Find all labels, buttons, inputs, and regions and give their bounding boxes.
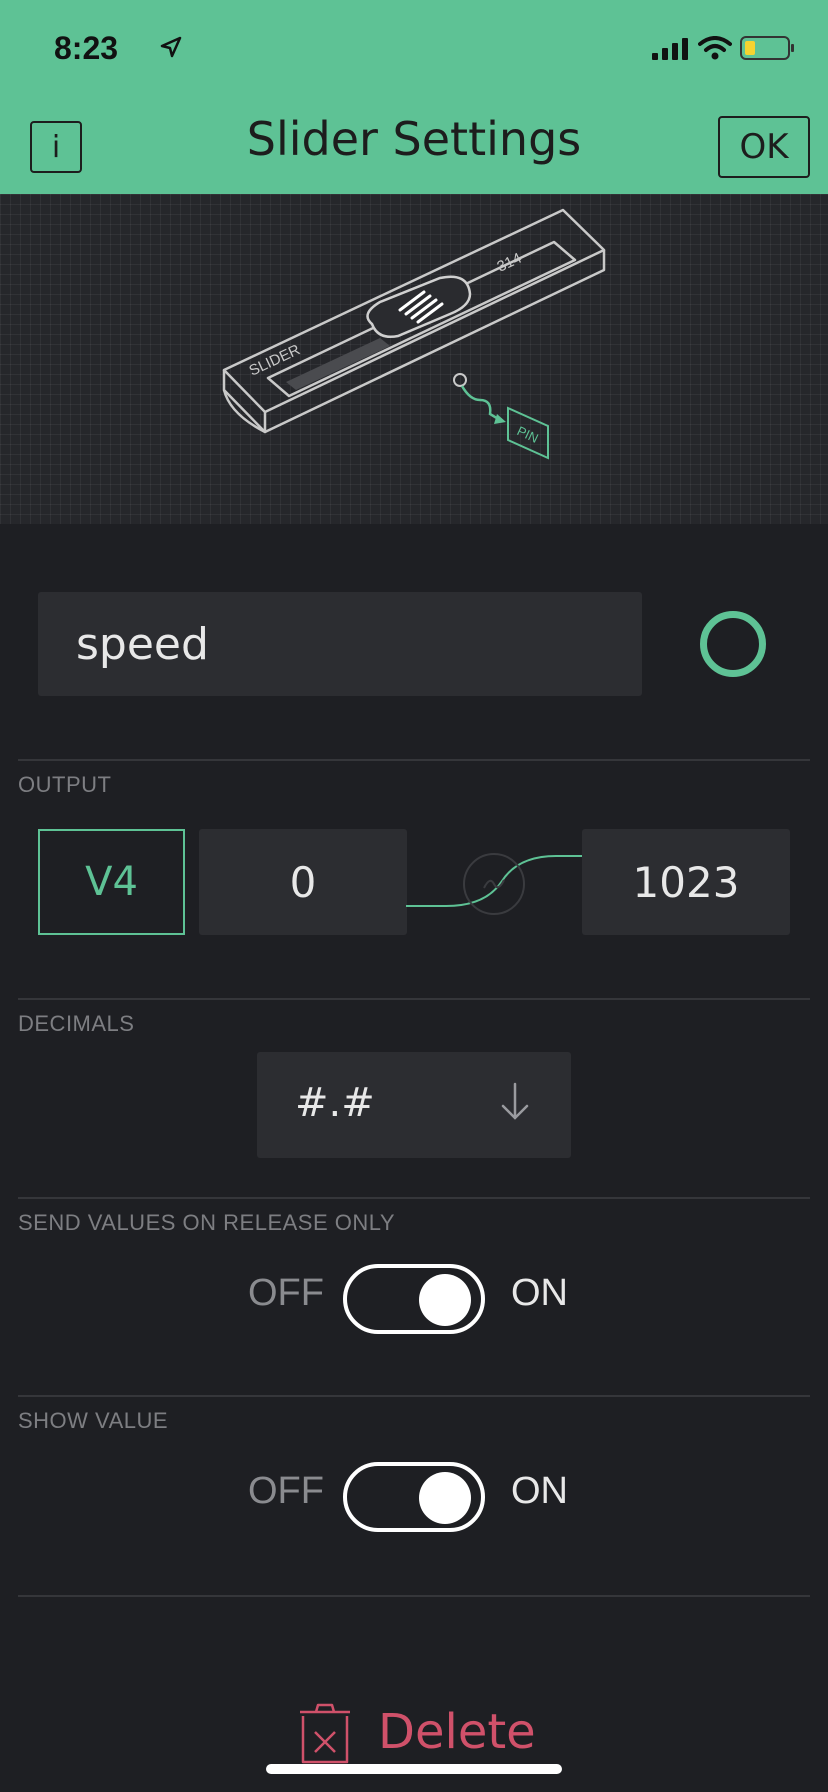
- decimals-value: #.#: [295, 1080, 375, 1126]
- color-picker-button[interactable]: [700, 611, 766, 677]
- pin-selector[interactable]: V4: [38, 829, 185, 935]
- toggle-on-label: ON: [511, 1272, 568, 1314]
- pin-text-label: PIN: [515, 423, 541, 446]
- signal-icon: [652, 38, 688, 60]
- widget-name-input[interactable]: speed: [38, 592, 642, 696]
- trash-icon: [300, 1703, 350, 1764]
- divider: [18, 759, 810, 761]
- send-on-release-label: SEND VALUES ON RELEASE ONLY: [18, 1210, 396, 1235]
- header-bar: 8:23 i Slider Settings OK: [0, 0, 828, 194]
- delete-label: Delete: [378, 1704, 536, 1760]
- home-indicator[interactable]: [266, 1764, 562, 1774]
- switch-knob: [419, 1472, 471, 1524]
- show-value-toggle-row: OFF ON: [0, 1462, 828, 1532]
- max-value-input[interactable]: 1023: [582, 829, 790, 935]
- ok-button[interactable]: OK: [718, 116, 810, 178]
- send-on-release-toggle-row: OFF ON: [0, 1264, 828, 1334]
- toggle-off-label: OFF: [248, 1470, 324, 1512]
- slider-device-illustration: SLIDER 314 PIN: [222, 208, 606, 460]
- mapping-curve-icon: [406, 853, 582, 915]
- battery-icon: [740, 36, 794, 60]
- show-value-switch[interactable]: [343, 1462, 485, 1532]
- page-title: Slider Settings: [246, 112, 582, 166]
- toggle-off-label: OFF: [248, 1272, 324, 1314]
- decimals-dropdown[interactable]: #.#: [257, 1052, 571, 1158]
- divider: [18, 998, 810, 1000]
- output-section-label: OUTPUT: [18, 772, 112, 797]
- show-value-label: SHOW VALUE: [18, 1408, 169, 1433]
- value-text-label: 314: [495, 250, 525, 276]
- toggle-on-label: ON: [511, 1470, 568, 1512]
- location-arrow-icon: [160, 36, 182, 58]
- send-on-release-switch[interactable]: [343, 1264, 485, 1334]
- decimals-section-label: DECIMALS: [18, 1011, 135, 1036]
- wifi-icon: [698, 36, 732, 60]
- status-time: 8:23: [54, 30, 119, 66]
- slider-illustration: SLIDER 314 PIN: [0, 194, 828, 524]
- divider: [18, 1395, 810, 1397]
- chevron-down-icon: [501, 1082, 529, 1120]
- divider: [18, 1197, 810, 1199]
- divider: [18, 1595, 810, 1597]
- switch-knob: [419, 1274, 471, 1326]
- min-value-input[interactable]: 0: [199, 829, 407, 935]
